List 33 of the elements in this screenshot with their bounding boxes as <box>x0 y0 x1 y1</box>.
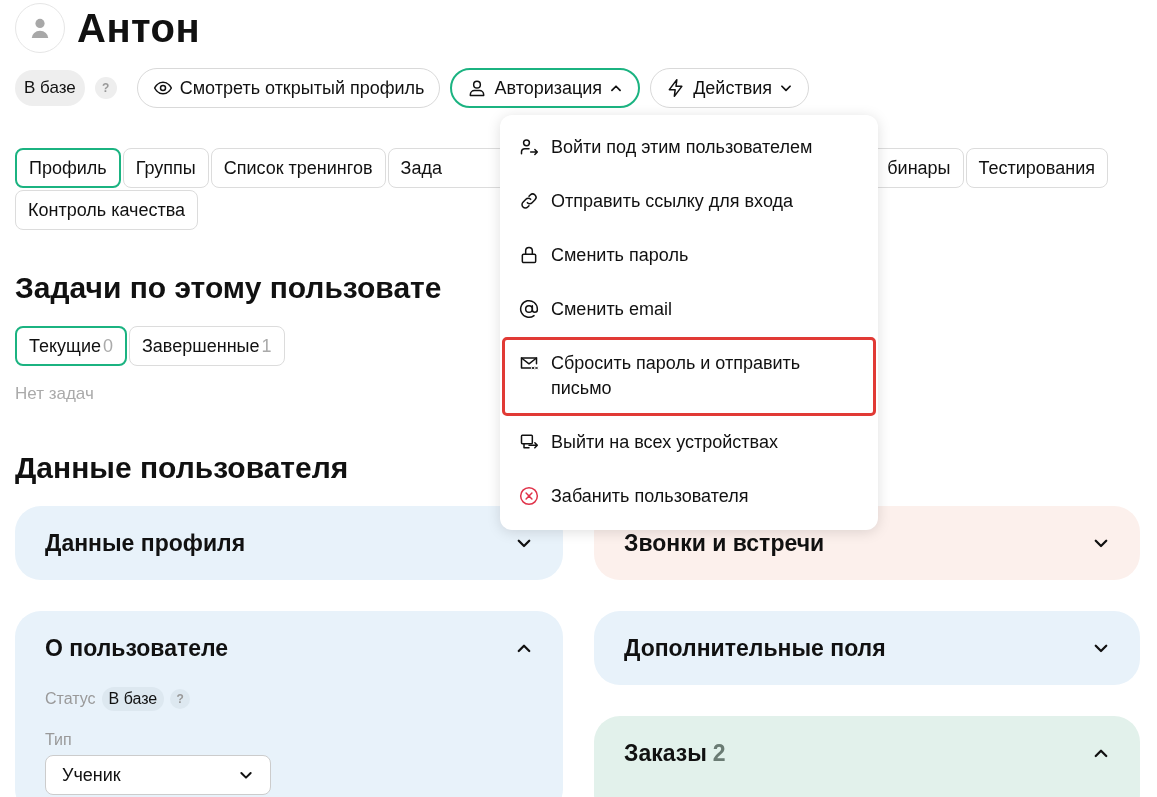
action-button[interactable]: Действия <box>650 68 809 108</box>
card-header[interactable]: О пользователе <box>45 611 533 685</box>
user-name: Антон <box>77 5 201 51</box>
tab[interactable]: Профиль <box>15 148 121 188</box>
card-header[interactable]: Дополнительные поля <box>624 611 1110 685</box>
tab[interactable]: Тестирования <box>965 148 1108 188</box>
devices-arrow-icon <box>519 432 539 452</box>
action-button[interactable]: Смотреть открытый профиль <box>136 68 441 108</box>
tab[interactable]: Список тренингов <box>210 148 386 188</box>
tab[interactable]: Завершенные 1 <box>128 326 285 366</box>
at-sign-icon <box>519 299 539 319</box>
menu-item[interactable]: Выйти на всех устройствах <box>502 416 876 470</box>
type-select[interactable]: Ученик <box>45 755 271 795</box>
status-chip: В базе <box>101 687 165 711</box>
empty-text: Нет задач <box>15 384 94 404</box>
field-label: Статус <box>45 690 96 708</box>
tab[interactable]: Контроль качества <box>15 190 199 230</box>
action-button[interactable]: Авторизация <box>450 68 641 108</box>
lock-icon <box>519 245 539 265</box>
section-heading: Задачи по этому пользовате <box>15 270 443 306</box>
field-label: Тип <box>45 731 73 749</box>
person-icon <box>29 17 51 39</box>
person-arrow-icon <box>519 137 539 157</box>
section-heading: Данные пользователя <box>15 450 350 486</box>
close-circle-icon <box>519 486 539 506</box>
menu-item[interactable]: Сменить email <box>502 283 876 337</box>
card-header[interactable]: Заказы 2 <box>624 716 1110 790</box>
tab[interactable]: Группы <box>122 148 209 188</box>
link-icon <box>519 191 539 211</box>
menu-item[interactable]: Сменить пароль <box>502 229 876 283</box>
menu-item[interactable]: Сбросить пароль и отправить письмо <box>502 337 876 416</box>
tab[interactable]: Текущие0 <box>15 326 127 366</box>
status-chip: В базе <box>15 70 85 106</box>
